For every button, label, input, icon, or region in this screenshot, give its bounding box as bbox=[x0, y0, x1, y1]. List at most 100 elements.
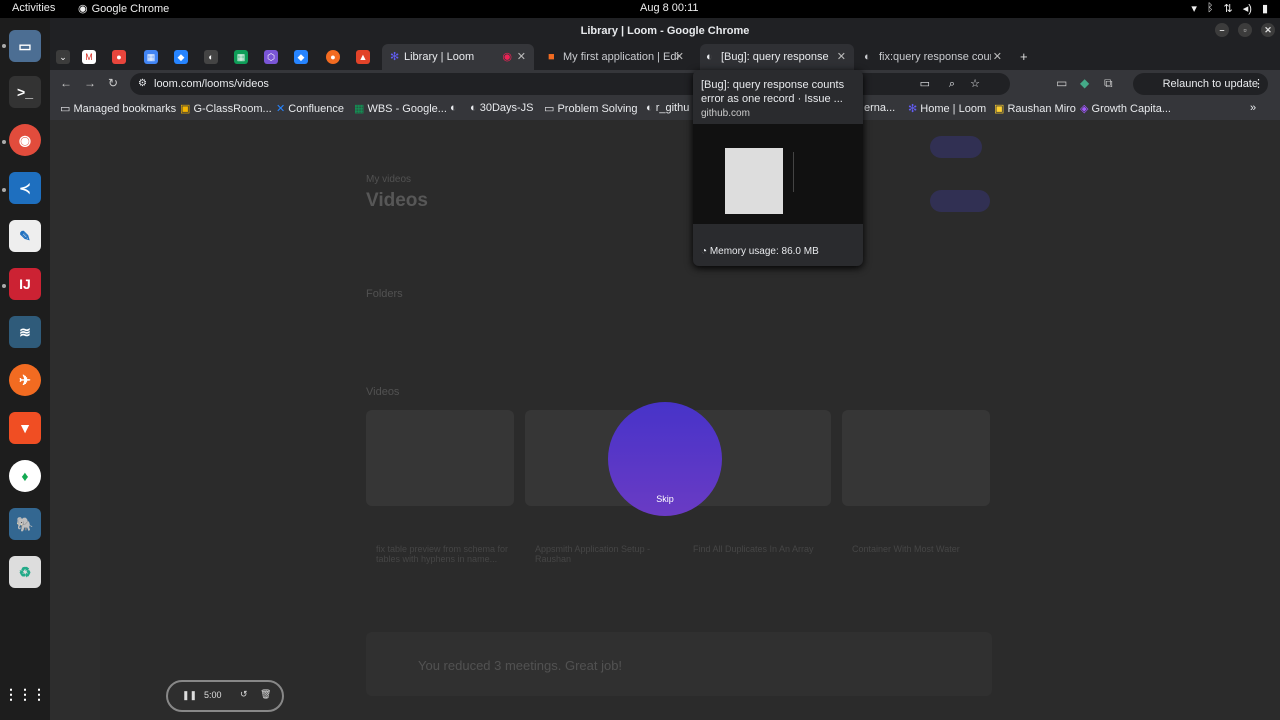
preview-page bbox=[725, 148, 783, 214]
video-card[interactable] bbox=[842, 410, 990, 506]
bookmark-wbs[interactable]: ▦ WBS - Google... bbox=[354, 102, 447, 115]
app-menu[interactable]: ◉ Google Chrome bbox=[78, 2, 170, 16]
forward-icon[interactable]: → bbox=[84, 76, 96, 90]
folders-label: Folders bbox=[366, 288, 403, 300]
clock[interactable]: Aug 8 00:11 bbox=[640, 2, 699, 14]
new-tab-icon[interactable]: + bbox=[1020, 49, 1028, 64]
mysql-workbench-icon[interactable]: ≋ bbox=[9, 316, 41, 348]
tab-library-loom[interactable]: ✻ Library | Loom ◉ ✕ bbox=[382, 44, 534, 70]
relaunch-button[interactable]: Relaunch to update ⋮ bbox=[1132, 73, 1268, 95]
app-name: Google Chrome bbox=[91, 2, 170, 15]
app-grid-icon[interactable]: ⋮⋮⋮ bbox=[4, 678, 46, 710]
new-video-button[interactable] bbox=[930, 190, 990, 212]
tab-fix-query-response[interactable]: ◐ fix:query response count ✕ bbox=[858, 44, 1010, 70]
video-title[interactable]: fix table preview from schema for tables… bbox=[376, 544, 516, 564]
tab-search-icon[interactable]: ⌄ bbox=[56, 50, 70, 64]
address-bar-row: ← → ↻ ⚙ loom.com/looms/videos ▭ ⌕ ☆ ▭ ◆ … bbox=[50, 70, 1280, 98]
volume-icon: ◂) bbox=[1242, 3, 1252, 15]
delete-icon[interactable]: 🗑 bbox=[260, 689, 271, 700]
terminal-icon[interactable]: >_ bbox=[9, 76, 41, 108]
tab-gmail-icon[interactable]: M bbox=[82, 50, 96, 64]
window-titlebar: Library | Loom - Google Chrome – ▫ ✕ bbox=[50, 18, 1280, 44]
trash-icon[interactable]: ♻ bbox=[9, 556, 41, 588]
reload-icon[interactable]: ↻ bbox=[108, 76, 118, 90]
tab-cube-icon[interactable]: ⬡ bbox=[264, 50, 278, 64]
close-tab-icon[interactable]: ✕ bbox=[837, 44, 846, 70]
files-icon[interactable]: ▭ bbox=[9, 30, 41, 62]
intellij-icon[interactable]: IJ bbox=[9, 268, 41, 300]
extension-icon[interactable]: ▭ bbox=[1056, 76, 1067, 90]
postman-icon[interactable]: ✈ bbox=[9, 364, 41, 396]
vscode-icon[interactable]: ≺ bbox=[9, 172, 41, 204]
upgrade-button[interactable] bbox=[930, 136, 982, 158]
bookmark-gclassroom[interactable]: ▣ G-ClassRoom... bbox=[180, 102, 272, 115]
close-tab-icon[interactable]: ✕ bbox=[517, 44, 526, 70]
bookmark-30days[interactable]: ◐ 30Days-JS bbox=[470, 102, 534, 114]
miro-icon: ▣ bbox=[994, 103, 1008, 115]
tab-gitlab-icon[interactable]: ▲ bbox=[356, 50, 370, 64]
confluence-icon: ✕ bbox=[276, 103, 289, 115]
extensions-puzzle-icon[interactable]: ⧉ bbox=[1104, 76, 1113, 91]
app-dock: ▭ >_ ◉ ≺ ✎ IJ ≋ ✈ ▼ ♦ 🐘 ♻ ⋮⋮⋮ bbox=[0, 18, 50, 720]
brave-icon[interactable]: ▼ bbox=[9, 412, 41, 444]
site-info-icon[interactable]: ⚙ bbox=[138, 73, 147, 95]
tab-jira-icon[interactable]: ◆ bbox=[174, 50, 188, 64]
cast-icon[interactable]: ▭ bbox=[920, 73, 930, 95]
restart-icon[interactable]: ↺ bbox=[240, 689, 248, 700]
bookmark-problem-solving[interactable]: ▭ Problem Solving bbox=[544, 102, 638, 115]
video-title[interactable]: Container With Most Water bbox=[852, 544, 992, 554]
recording-countdown-orb[interactable]: Skip bbox=[608, 402, 722, 516]
tab-postman-icon[interactable]: ● bbox=[326, 50, 340, 64]
close-tab-icon[interactable]: ✕ bbox=[993, 44, 1002, 70]
system-tray[interactable]: ▾ ᛒ ⇅ ◂) ▮ bbox=[1191, 2, 1268, 15]
tab-sheets-icon[interactable]: ▦ bbox=[234, 50, 248, 64]
bitwarden-icon[interactable]: ◆ bbox=[1080, 76, 1089, 90]
tab-label: Library | Loom bbox=[404, 51, 475, 63]
video-title[interactable]: Appsmith Application Setup - Raushan bbox=[535, 544, 675, 564]
tab-app-icon[interactable]: ● bbox=[112, 50, 126, 64]
close-tab-icon[interactable]: ✕ bbox=[675, 44, 684, 70]
tab-github-icon[interactable]: ◐ bbox=[204, 50, 218, 64]
bookmark-managed[interactable]: ▭ Managed bookmarks bbox=[60, 102, 176, 115]
classroom-icon: ▣ bbox=[180, 103, 194, 115]
bookmark-github[interactable]: ◐ bbox=[450, 102, 457, 114]
minimize-icon[interactable]: – bbox=[1215, 23, 1229, 37]
bookmark-r-github[interactable]: ◐ r_githu bbox=[646, 102, 689, 114]
loom-page: My videos Videos Folders Videos fix tabl… bbox=[50, 120, 1280, 720]
more-bookmarks-icon[interactable]: » bbox=[1250, 102, 1256, 114]
bookmark-star-icon[interactable]: ☆ bbox=[970, 73, 980, 95]
video-title[interactable]: Find All Duplicates In An Array bbox=[693, 544, 833, 554]
battery-icon: ▮ bbox=[1261, 3, 1268, 15]
folder-icon: ▭ bbox=[544, 103, 558, 115]
activities-button[interactable]: Activities bbox=[12, 2, 55, 14]
github-icon: ◐ bbox=[864, 51, 871, 63]
skip-button[interactable]: Skip bbox=[608, 494, 722, 504]
close-icon[interactable]: ✕ bbox=[1261, 23, 1275, 37]
mongodb-icon[interactable]: ♦ bbox=[9, 460, 41, 492]
running-indicator bbox=[2, 140, 6, 144]
tab-my-first-application[interactable]: ■ My first application | Edi ✕ bbox=[542, 44, 692, 70]
browser-window: Library | Loom - Google Chrome – ▫ ✕ ⌄ M… bbox=[50, 18, 1280, 720]
bookmark-raushan-miro[interactable]: ▣ Raushan Miro bbox=[994, 102, 1076, 115]
bookmark-erna[interactable]: erna... bbox=[864, 102, 895, 114]
bookmark-home-loom[interactable]: ✻ Home | Loom bbox=[908, 102, 986, 115]
zoom-icon[interactable]: ⌕ bbox=[949, 73, 955, 95]
chrome-icon[interactable]: ◉ bbox=[9, 124, 41, 156]
restore-icon[interactable]: ▫ bbox=[1238, 23, 1252, 37]
more-menu-icon[interactable]: ⋮ bbox=[1253, 73, 1264, 95]
pause-icon[interactable]: ❚❚ bbox=[182, 690, 197, 701]
bookmark-growth-capital[interactable]: ◈ Growth Capita... bbox=[1080, 102, 1171, 115]
url-text[interactable]: loom.com/looms/videos bbox=[154, 78, 269, 90]
bookmark-confluence[interactable]: ✕ Confluence bbox=[276, 102, 344, 115]
loom-icon: ✻ bbox=[908, 103, 921, 115]
tab-bug-query-response[interactable]: ◐ [Bug]: query response co ✕ bbox=[700, 44, 854, 70]
tab-calendar-icon[interactable]: ▦ bbox=[144, 50, 158, 64]
omnibox[interactable]: ⚙ loom.com/looms/videos ▭ ⌕ ☆ bbox=[130, 73, 1010, 95]
tab-jira-icon[interactable]: ◆ bbox=[294, 50, 308, 64]
back-icon[interactable]: ← bbox=[60, 76, 72, 90]
text-editor-icon[interactable]: ✎ bbox=[9, 220, 41, 252]
tab-hover-card: [Bug]: query response counts error as on… bbox=[693, 70, 863, 266]
postgresql-icon[interactable]: 🐘 bbox=[9, 508, 41, 540]
relaunch-label: Relaunch to update bbox=[1162, 78, 1258, 90]
video-card[interactable] bbox=[366, 410, 514, 506]
